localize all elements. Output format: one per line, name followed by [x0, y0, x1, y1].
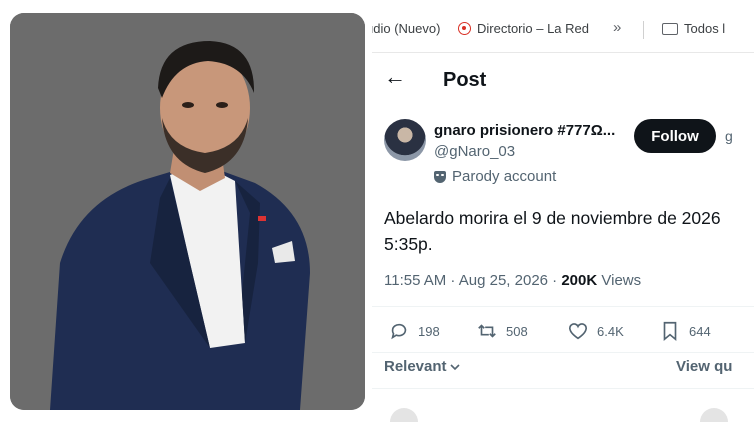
bookmark-count: 644	[689, 323, 711, 339]
author-name[interactable]: gnaro prisionero #777Ω...	[434, 122, 615, 139]
reply-avatar[interactable]	[390, 408, 418, 422]
post-meta: 11:55 AM · Aug 25, 2026 · 200K Views	[384, 272, 641, 289]
parody-mask-icon	[434, 170, 446, 183]
bookmark-label: udio (Nuevo)	[372, 21, 441, 36]
divider	[372, 388, 754, 389]
back-arrow-icon[interactable]: ←	[384, 64, 406, 90]
repost-icon	[478, 324, 496, 338]
like-count: 6.4K	[597, 323, 624, 339]
replies-sort-label: Relevant	[384, 358, 447, 375]
post-text: Abelardo morira el 9 de noviembre de 202…	[384, 208, 721, 254]
x-post-screenshot: udio (Nuevo) Directorio – La Red » Todos…	[372, 0, 754, 422]
reply-icon	[391, 323, 407, 340]
divider	[372, 306, 754, 307]
parody-label: Parody account	[434, 168, 556, 185]
directory-icon	[458, 22, 471, 35]
views-label: Views	[601, 272, 642, 289]
bookmark-item-directorio[interactable]: Directorio – La Red	[458, 21, 589, 36]
grok-button[interactable]: g	[725, 128, 733, 144]
view-quotes-link[interactable]: View qu	[676, 358, 732, 375]
bookmarks-bar: udio (Nuevo) Directorio – La Red » Todos…	[372, 0, 754, 53]
page-title: Post	[443, 69, 487, 91]
repost-button[interactable]: 508	[476, 320, 528, 342]
parody-label-text: Parody account	[452, 168, 557, 185]
bookmark-label: Directorio – La Red	[477, 21, 589, 36]
reply-avatar[interactable]	[700, 408, 728, 422]
reply-button[interactable]: 198	[388, 320, 440, 342]
bookmark-item-audio[interactable]: udio (Nuevo)	[372, 21, 440, 36]
man-portrait-illustration	[10, 13, 365, 410]
bookmark-label: Todos l	[684, 21, 726, 36]
post-actions: 198 508 6.4K 644	[372, 320, 754, 348]
post-header: ← Post	[372, 52, 754, 108]
reply-count: 198	[418, 323, 440, 339]
post-timestamp[interactable]: 11:55 AM · Aug 25, 2026 ·	[384, 272, 561, 289]
bookmarks-divider	[643, 21, 644, 39]
like-button[interactable]: 6.4K	[567, 320, 624, 342]
divider	[372, 352, 754, 353]
bookmark-icon	[663, 321, 677, 342]
like-icon	[568, 323, 588, 340]
author-avatar[interactable]	[384, 119, 426, 161]
bookmarks-overflow-button[interactable]: »	[613, 19, 621, 36]
bookmark-folder-all[interactable]: Todos l	[662, 21, 725, 36]
author-handle[interactable]: @gNaro_03	[434, 143, 515, 160]
chevron-down-icon	[449, 363, 460, 370]
man-portrait-photo	[10, 13, 365, 410]
views-count: 200K	[561, 272, 598, 289]
folder-icon	[662, 22, 678, 35]
follow-button[interactable]: Follow	[634, 119, 716, 153]
bookmark-button[interactable]: 644	[659, 320, 711, 342]
repost-count: 508	[506, 323, 528, 339]
replies-sort-dropdown[interactable]: Relevant	[384, 358, 461, 375]
